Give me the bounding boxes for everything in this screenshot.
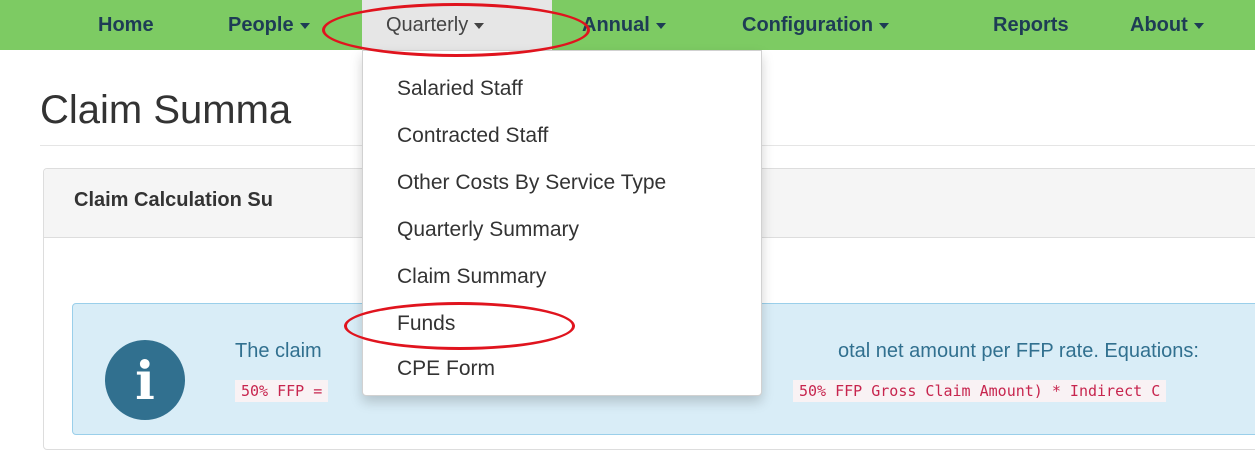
nav-about-label: About: [1130, 14, 1188, 36]
highlight-ellipse-funds: [344, 302, 575, 350]
highlight-ellipse-quarterly: [322, 3, 590, 57]
caret-down-icon: [1193, 22, 1204, 29]
alert-code-right: 50% FFP Gross Claim Amount) * Indirect C: [793, 380, 1167, 402]
menu-item-salaried-staff[interactable]: Salaried Staff: [397, 77, 523, 101]
info-circle-icon: i: [105, 340, 185, 420]
menu-item-label: Claim Summary: [397, 265, 547, 288]
menu-item-label: Salaried Staff: [397, 77, 523, 100]
nav-reports[interactable]: Reports: [993, 0, 1069, 50]
menu-item-other-costs[interactable]: Other Costs By Service Type: [397, 171, 666, 195]
menu-item-contracted-staff[interactable]: Contracted Staff: [397, 124, 548, 148]
nav-home[interactable]: Home: [98, 0, 154, 50]
nav-annual[interactable]: Annual: [582, 0, 666, 50]
page-title: Claim Summa: [40, 88, 292, 132]
menu-item-label: CPE Form: [397, 357, 496, 380]
nav-annual-label: Annual: [582, 14, 650, 36]
alert-text-right: otal net amount per FFP rate. Equations:: [838, 340, 1199, 362]
nav-configuration-label: Configuration: [742, 14, 874, 36]
panel-title: Claim Calculation Su: [74, 189, 273, 211]
nav-people-label: People: [228, 14, 294, 36]
menu-item-cpe-form[interactable]: CPE Form: [397, 357, 495, 381]
menu-item-label: Quarterly Summary: [397, 218, 580, 241]
nav-home-label: Home: [98, 14, 154, 36]
caret-down-icon: [879, 22, 890, 29]
menu-item-label: Contracted Staff: [397, 124, 549, 147]
nav-reports-label: Reports: [993, 14, 1069, 36]
nav-configuration[interactable]: Configuration: [742, 0, 890, 50]
caret-down-icon: [299, 22, 310, 29]
nav-people[interactable]: People: [228, 0, 310, 50]
top-navbar: Home People Quarterly Annual Configurati…: [0, 0, 1255, 50]
alert-text-left: The claim: [235, 340, 322, 362]
caret-down-icon: [655, 22, 666, 29]
alert-code-left: 50% FFP =: [235, 380, 329, 402]
nav-about[interactable]: About: [1130, 0, 1204, 50]
menu-item-claim-summary[interactable]: Claim Summary: [397, 265, 546, 289]
menu-item-quarterly-summary[interactable]: Quarterly Summary: [397, 218, 579, 242]
menu-item-label: Other Costs By Service Type: [397, 171, 667, 194]
